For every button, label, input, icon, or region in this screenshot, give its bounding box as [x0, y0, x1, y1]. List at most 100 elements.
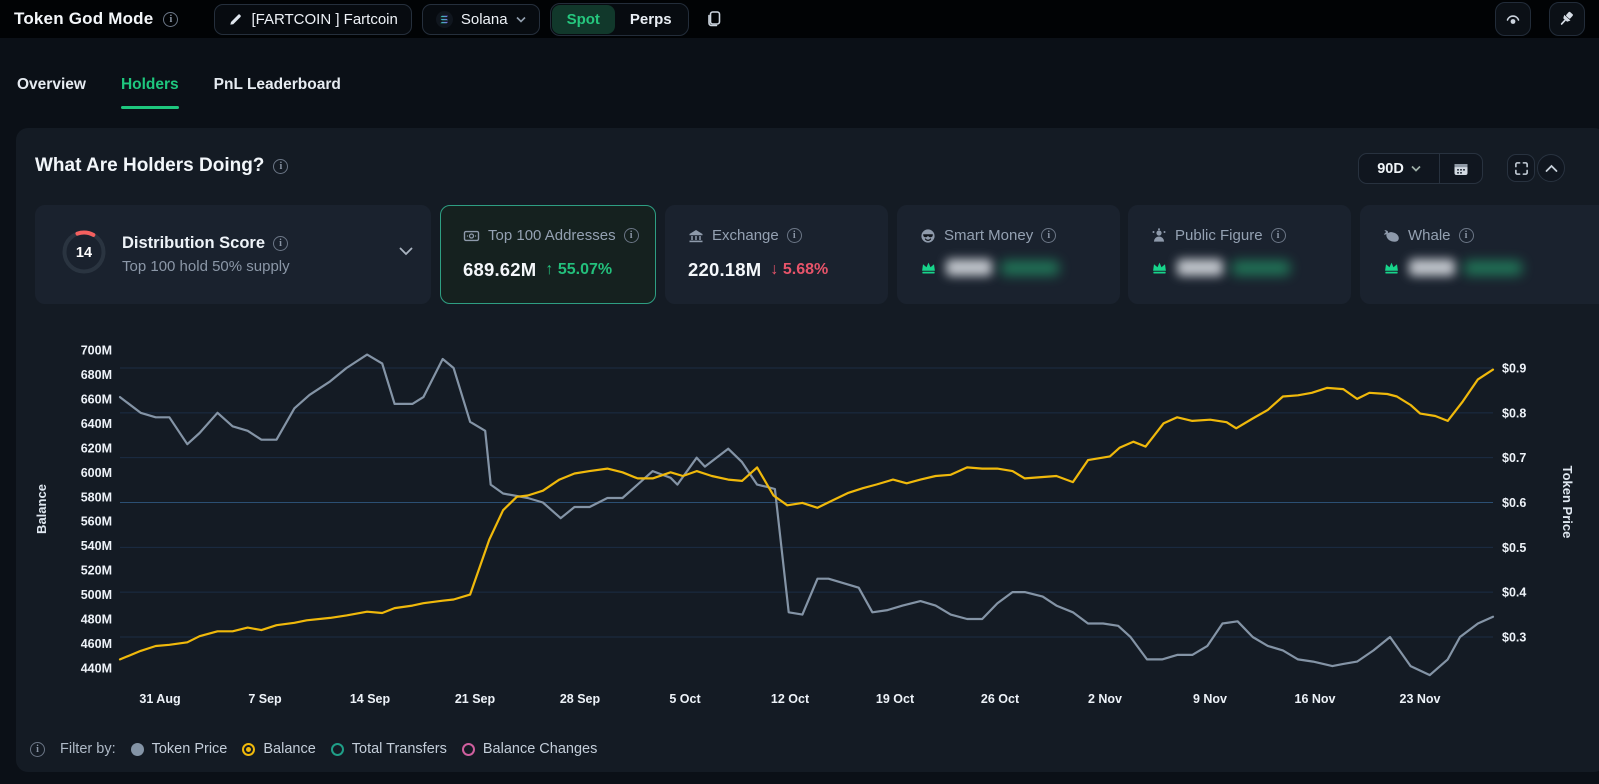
crown-icon — [1383, 260, 1400, 275]
svg-text:460M: 460M — [81, 637, 112, 651]
card-title: Smart Money — [944, 227, 1033, 244]
card-title: Top 100 Addresses — [488, 227, 616, 244]
legend-item-token-price[interactable]: Token Price — [131, 741, 228, 757]
top100-value: 689.62M — [463, 259, 536, 281]
card-whale[interactable]: Whale i — [1360, 205, 1599, 304]
perps-tab[interactable]: Perps — [615, 5, 687, 34]
token-price-marker — [131, 743, 144, 756]
eye-icon — [1504, 11, 1522, 27]
svg-text:$0.5: $0.5 — [1502, 541, 1526, 555]
tab-holders[interactable]: Holders — [121, 76, 179, 109]
card-title: Whale — [1408, 227, 1451, 244]
tab-pnl-leaderboard[interactable]: PnL Leaderboard — [214, 76, 341, 109]
info-icon[interactable]: i — [1271, 228, 1286, 243]
info-icon[interactable]: i — [1459, 228, 1474, 243]
svg-text:520M: 520M — [81, 564, 112, 578]
public-figure-icon — [1151, 228, 1167, 244]
section-tabs: Overview Holders PnL Leaderboard — [0, 38, 1599, 109]
market-toggle: Spot Perps — [550, 3, 689, 36]
svg-text:580M: 580M — [81, 490, 112, 504]
card-public-figure[interactable]: Public Figure i — [1128, 205, 1351, 304]
svg-text:540M: 540M — [81, 539, 112, 553]
blurred-value — [946, 259, 992, 276]
top100-change: ↑ 55.07% — [545, 261, 612, 279]
token-selector[interactable]: [FARTCOIN ] Fartcoin — [214, 4, 411, 35]
blurred-change — [1001, 261, 1059, 275]
card-distribution-score[interactable]: 14 Distribution Score i Top 100 hold 50%… — [35, 205, 431, 304]
svg-text:$0.6: $0.6 — [1502, 496, 1526, 510]
svg-text:9 Nov: 9 Nov — [1193, 692, 1227, 706]
info-icon[interactable]: i — [163, 12, 178, 27]
spot-tab[interactable]: Spot — [552, 5, 615, 34]
svg-text:23 Nov: 23 Nov — [1400, 692, 1441, 706]
card-exchange[interactable]: Exchange i 220.18M ↓ 5.68% — [665, 205, 888, 304]
tab-overview[interactable]: Overview — [17, 76, 86, 109]
copy-icon[interactable] — [705, 10, 722, 28]
info-icon[interactable]: i — [273, 236, 288, 251]
card-title: Exchange — [712, 227, 779, 244]
chain-selector[interactable]: Solana — [422, 4, 540, 35]
crown-icon — [920, 260, 937, 275]
distribution-score-gauge: 14 — [60, 228, 108, 281]
chain-label: Solana — [461, 11, 508, 28]
svg-text:620M: 620M — [81, 441, 112, 455]
svg-text:16 Nov: 16 Nov — [1295, 692, 1336, 706]
card-title: Public Figure — [1175, 227, 1263, 244]
whale-icon — [1383, 228, 1400, 244]
svg-text:660M: 660M — [81, 392, 112, 406]
pencil-icon — [228, 12, 243, 27]
svg-text:500M: 500M — [81, 588, 112, 602]
svg-text:640M: 640M — [81, 417, 112, 431]
pin-icon — [1558, 10, 1576, 28]
svg-text:680M: 680M — [81, 368, 112, 382]
info-icon[interactable]: i — [1041, 228, 1056, 243]
banknote-icon — [463, 228, 480, 244]
collapse-button[interactable] — [1537, 154, 1565, 182]
info-icon[interactable]: i — [787, 228, 802, 243]
svg-text:$0.8: $0.8 — [1502, 406, 1526, 420]
holders-chart: $0.9$0.8$0.7$0.6$0.5$0.4$0.3700M680M660M… — [16, 330, 1599, 722]
holders-panel: What Are Holders Doing? i 90D — [16, 128, 1599, 772]
exchange-value: 220.18M — [688, 259, 761, 281]
svg-text:5 Oct: 5 Oct — [669, 692, 701, 706]
token-label: [FARTCOIN ] Fartcoin — [251, 11, 397, 28]
distribution-score-value: 14 — [76, 245, 92, 261]
chart-legend: i Filter by: Token Price Balance Total T… — [30, 741, 597, 757]
app-title: Token God Mode — [14, 9, 153, 29]
svg-text:26 Oct: 26 Oct — [981, 692, 1020, 706]
chevron-down-icon — [516, 16, 526, 23]
svg-text:600M: 600M — [81, 466, 112, 480]
distribution-subtitle: Top 100 hold 50% supply — [122, 258, 290, 275]
time-range-dropdown[interactable]: 90D — [1359, 161, 1439, 177]
card-top-100-addresses[interactable]: Top 100 Addresses i 689.62M ↑ 55.07% — [440, 205, 656, 304]
blurred-value — [1177, 259, 1223, 276]
svg-text:$0.9: $0.9 — [1502, 362, 1526, 376]
watch-button[interactable] — [1495, 2, 1531, 36]
balance-marker — [242, 743, 255, 756]
info-icon[interactable]: i — [30, 742, 45, 757]
legend-item-balance[interactable]: Balance — [242, 741, 315, 757]
card-smart-money[interactable]: Smart Money i — [897, 205, 1120, 304]
svg-text:Balance: Balance — [34, 484, 49, 534]
blurred-value — [1409, 259, 1455, 276]
calendar-button[interactable] — [1440, 161, 1482, 177]
legend-item-total-transfers[interactable]: Total Transfers — [331, 741, 447, 757]
crown-icon — [1151, 260, 1168, 275]
legend-item-balance-changes[interactable]: Balance Changes — [462, 741, 597, 757]
fullscreen-button[interactable] — [1507, 154, 1535, 182]
blurred-change — [1464, 261, 1522, 275]
svg-text:12 Oct: 12 Oct — [771, 692, 810, 706]
svg-text:21 Sep: 21 Sep — [455, 692, 496, 706]
chevron-down-icon — [1411, 165, 1421, 172]
top-bar: Token God Mode i [FARTCOIN ] Fartcoin So… — [0, 0, 1599, 38]
legend-prefix: Filter by: — [60, 741, 116, 757]
solana-icon — [436, 11, 453, 28]
svg-text:480M: 480M — [81, 613, 112, 627]
total-transfers-marker — [331, 743, 344, 756]
exchange-change: ↓ 5.68% — [770, 261, 828, 279]
pin-button[interactable] — [1549, 2, 1585, 36]
info-icon[interactable]: i — [273, 159, 288, 174]
svg-text:440M: 440M — [81, 661, 112, 675]
svg-text:31 Aug: 31 Aug — [139, 692, 180, 706]
info-icon[interactable]: i — [624, 228, 639, 243]
